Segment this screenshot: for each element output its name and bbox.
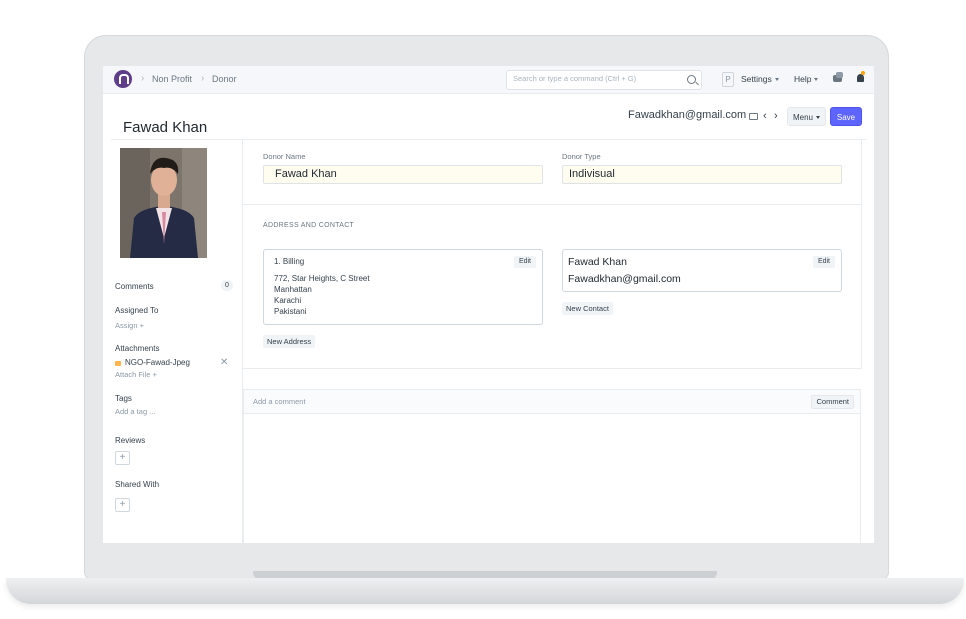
attach-file-link[interactable]: Attach File + bbox=[115, 370, 157, 379]
breadcrumb-non-profit[interactable]: Non Profit bbox=[152, 74, 192, 84]
address-card: 1. Billing Edit 772, Star Heights, C Str… bbox=[263, 249, 543, 325]
search-bar[interactable] bbox=[506, 70, 702, 90]
notification-dot bbox=[861, 71, 865, 75]
comment-input-row: Comment bbox=[244, 390, 860, 414]
divider bbox=[243, 204, 862, 205]
donor-photo-image bbox=[120, 148, 207, 258]
menu-button[interactable]: Menu bbox=[787, 107, 826, 126]
help-label: Help bbox=[794, 74, 812, 84]
breadcrumb-chevron-icon: › bbox=[201, 73, 205, 84]
contact-email: Fawadkhan@gmail.com bbox=[568, 273, 681, 285]
new-contact-button[interactable]: New Contact bbox=[562, 302, 613, 315]
shared-with-heading: Shared With bbox=[115, 480, 160, 489]
attachment-name: NGO-Fawad-Jpeg bbox=[125, 358, 190, 367]
add-tag-link[interactable]: Add a tag ... bbox=[115, 407, 155, 416]
help-menu[interactable]: Help bbox=[794, 74, 819, 84]
page-email: Fawadkhan@gmail.com bbox=[628, 109, 747, 121]
laptop-base bbox=[6, 578, 964, 604]
breadcrumb-chevron-icon: › bbox=[141, 73, 145, 84]
comments-count-badge: 0 bbox=[221, 280, 233, 291]
comment-input[interactable] bbox=[253, 397, 553, 406]
next-record-icon[interactable]: › bbox=[774, 110, 778, 122]
chevron-down-icon bbox=[816, 116, 820, 120]
donor-name-label: Donor Name bbox=[263, 152, 306, 161]
save-button[interactable]: Save bbox=[830, 107, 862, 126]
address-line: Manhattan bbox=[274, 285, 312, 294]
donor-name-field[interactable]: Fawad Khan bbox=[263, 165, 543, 184]
lock-icon bbox=[115, 361, 121, 367]
reviews-heading: Reviews bbox=[115, 436, 146, 445]
search-input[interactable] bbox=[513, 74, 673, 83]
tags-heading: Tags bbox=[115, 394, 132, 403]
attachments-heading: Attachments bbox=[115, 344, 160, 353]
attachment-item[interactable]: NGO-Fawad-Jpeg bbox=[115, 358, 190, 367]
page-title: Fawad Khan bbox=[123, 119, 208, 136]
edit-contact-button[interactable]: Edit bbox=[812, 256, 835, 268]
chat-icon[interactable] bbox=[833, 72, 843, 82]
edit-address-button[interactable]: Edit bbox=[513, 256, 536, 268]
add-review-button[interactable]: + bbox=[115, 451, 130, 465]
remove-attachment-icon[interactable]: ✕ bbox=[220, 357, 228, 368]
new-address-button[interactable]: New Address bbox=[263, 335, 316, 348]
comment-button[interactable]: Comment bbox=[811, 395, 854, 409]
add-share-button[interactable]: + bbox=[115, 498, 130, 512]
breadcrumb-donor[interactable]: Donor bbox=[212, 74, 237, 84]
address-heading: 1. Billing bbox=[274, 257, 305, 266]
address-contact-section-title: ADDRESS AND CONTACT bbox=[263, 222, 355, 229]
menu-label: Menu bbox=[792, 113, 813, 122]
address-line: Karachi bbox=[274, 296, 302, 305]
address-line: Pakistani bbox=[274, 307, 307, 316]
comment-section: Comment bbox=[243, 389, 861, 543]
search-icon[interactable] bbox=[687, 75, 696, 84]
app-logo-icon[interactable] bbox=[114, 70, 132, 88]
assigned-to-heading: Assigned To bbox=[115, 306, 159, 315]
app-screen: › Non Profit › Donor P Settings Help Faw… bbox=[103, 66, 874, 543]
navbar: › Non Profit › Donor P Settings Help bbox=[103, 66, 874, 94]
donor-type-label: Donor Type bbox=[562, 152, 601, 161]
contact-card: Fawad Khan Edit Fawadkhan@gmail.com bbox=[562, 249, 842, 292]
comments-heading: Comments bbox=[115, 282, 154, 291]
contact-name: Fawad Khan bbox=[568, 256, 627, 268]
chevron-down-icon bbox=[774, 78, 779, 82]
notification-bell-icon[interactable] bbox=[857, 74, 864, 82]
chevron-down-icon bbox=[814, 78, 819, 82]
donor-photo bbox=[120, 148, 207, 258]
settings-menu[interactable]: Settings bbox=[741, 74, 779, 84]
assign-link[interactable]: Assign + bbox=[115, 321, 144, 330]
user-initial-badge[interactable]: P bbox=[722, 72, 734, 87]
donor-type-field[interactable]: Indivisual bbox=[562, 165, 842, 184]
previous-record-icon[interactable]: ‹ bbox=[763, 110, 767, 122]
address-line: 772, Star Heights, C Street bbox=[274, 274, 370, 283]
print-icon[interactable] bbox=[749, 113, 758, 120]
settings-label: Settings bbox=[741, 74, 772, 84]
